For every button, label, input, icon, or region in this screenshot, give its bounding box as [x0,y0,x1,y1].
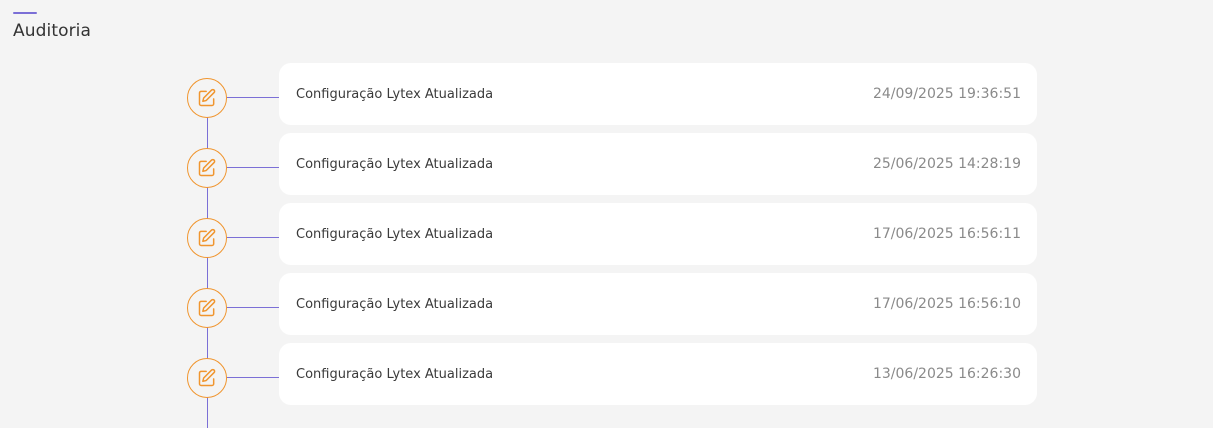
page-title: Auditoria [13,21,92,41]
timeline-entry: Configuração Lytex Atualizada 13/06/2025… [0,343,1213,405]
audit-entry-card[interactable]: Configuração Lytex Atualizada 17/06/2025… [279,203,1037,265]
timeline-entry: Configuração Lytex Atualizada 24/09/2025… [0,63,1213,125]
timeline-entry: Configuração Lytex Atualizada 25/06/2025… [0,133,1213,195]
audit-entry-label: Configuração Lytex Atualizada [296,226,494,242]
edit-icon [187,288,227,328]
edit-icon [187,78,227,118]
audit-entry-card[interactable]: Configuração Lytex Atualizada 17/06/2025… [279,273,1037,335]
timeline-entry: Configuração Lytex Atualizada 17/06/2025… [0,273,1213,335]
timeline-entry: Configuração Lytex Atualizada 17/06/2025… [0,203,1213,265]
audit-entry-card[interactable]: Configuração Lytex Atualizada 13/06/2025… [279,343,1037,405]
audit-timeline: Configuração Lytex Atualizada 24/09/2025… [0,63,1213,413]
audit-entry-card[interactable]: Configuração Lytex Atualizada 25/06/2025… [279,133,1037,195]
timeline-connector [227,377,279,378]
timeline-connector [227,97,279,98]
edit-icon [187,148,227,188]
audit-entry-timestamp: 24/09/2025 19:36:51 [872,86,1021,102]
title-accent-bar [13,12,37,14]
audit-entry-timestamp: 17/06/2025 16:56:11 [872,226,1021,242]
audit-entry-timestamp: 25/06/2025 14:28:19 [872,156,1021,172]
edit-icon [187,358,227,398]
audit-entry-label: Configuração Lytex Atualizada [296,156,494,172]
edit-icon [187,218,227,258]
audit-entry-card[interactable]: Configuração Lytex Atualizada 24/09/2025… [279,63,1037,125]
audit-entry-label: Configuração Lytex Atualizada [296,366,494,382]
audit-entry-label: Configuração Lytex Atualizada [296,86,494,102]
timeline-connector [227,307,279,308]
timeline-connector [227,167,279,168]
audit-entry-timestamp: 17/06/2025 16:56:10 [872,296,1021,312]
timeline-connector [227,237,279,238]
audit-entry-label: Configuração Lytex Atualizada [296,296,494,312]
audit-entry-timestamp: 13/06/2025 16:26:30 [872,366,1021,382]
